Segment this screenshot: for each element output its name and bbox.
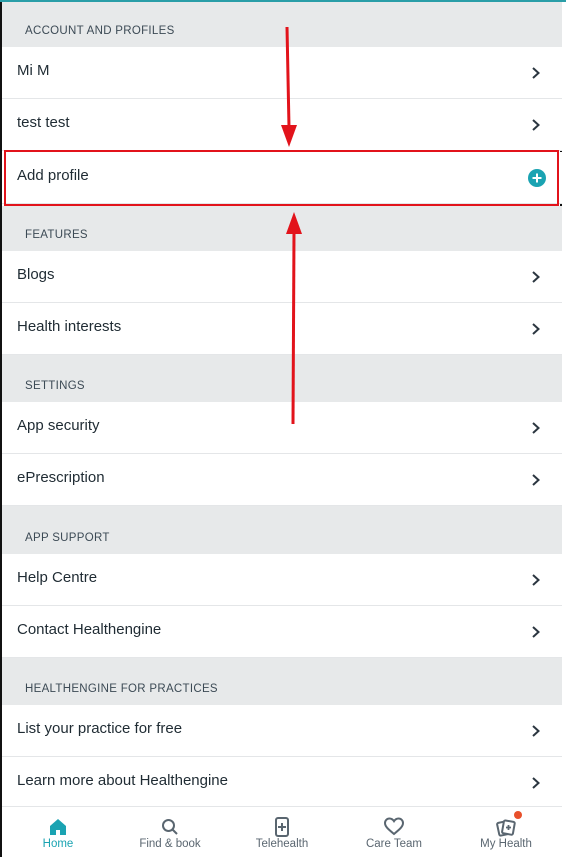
tab-label: Telehealth	[255, 838, 309, 850]
chevron-right-icon	[532, 574, 540, 586]
notification-badge	[514, 811, 522, 819]
tab-find-book[interactable]: Find & book	[114, 807, 226, 858]
section-header-features: FEATURES	[2, 206, 562, 251]
profile-item-test-test[interactable]: test test	[2, 99, 562, 151]
sidebar-item-blogs[interactable]: Blogs	[2, 251, 562, 303]
profile-item-mi-m[interactable]: Mi M	[2, 47, 562, 99]
phone-medical-icon	[275, 817, 289, 837]
chevron-right-icon	[532, 474, 540, 486]
sidebar-item-eprescription[interactable]: ePrescription	[2, 454, 562, 506]
tab-label: Care Team	[365, 838, 423, 850]
tab-label: Home	[42, 838, 74, 850]
tab-home[interactable]: Home	[2, 807, 114, 858]
home-icon	[50, 819, 66, 835]
add-profile-button[interactable]: Add profile	[2, 152, 562, 204]
chevron-right-icon	[532, 271, 540, 283]
profile-item-label: Mi M	[17, 62, 50, 79]
item-label: Learn more about Healthengine	[17, 772, 228, 789]
tab-label: My Health	[480, 838, 532, 850]
item-label: List your practice for free	[17, 720, 183, 737]
chevron-right-icon	[532, 422, 540, 434]
item-label: Blogs	[17, 266, 55, 283]
chevron-right-icon	[532, 626, 540, 638]
sidebar-item-health-interests[interactable]: Health interests	[2, 303, 562, 355]
search-icon	[162, 819, 178, 835]
tab-telehealth[interactable]: Telehealth	[226, 807, 338, 858]
add-circle-icon	[528, 169, 546, 187]
tab-my-health[interactable]: My Health	[450, 807, 562, 858]
tab-label: Find & book	[139, 838, 201, 850]
sidebar-item-list-practice[interactable]: List your practice for free	[2, 705, 562, 757]
item-label: Contact Healthengine	[17, 621, 162, 638]
item-label: App security	[17, 417, 100, 434]
chevron-right-icon	[532, 323, 540, 335]
section-header-account: ACCOUNT AND PROFILES	[2, 2, 562, 47]
sidebar-item-app-security[interactable]: App security	[2, 402, 562, 454]
chevron-right-icon	[532, 777, 540, 789]
sidebar-item-learn-more[interactable]: Learn more about Healthengine	[2, 757, 562, 806]
cards-icon	[496, 819, 516, 837]
chevron-right-icon	[532, 67, 540, 79]
item-label: ePrescription	[17, 469, 105, 486]
chevron-right-icon	[532, 725, 540, 737]
bottom-tab-bar: Home Find & book Telehealth Care Team My…	[2, 806, 562, 858]
section-header-settings: SETTINGS	[2, 355, 562, 402]
tab-care-team[interactable]: Care Team	[338, 807, 450, 858]
profile-item-label: test test	[17, 114, 70, 131]
sidebar-item-contact-healthengine[interactable]: Contact Healthengine	[2, 606, 562, 658]
item-label: Help Centre	[17, 569, 98, 586]
add-profile-label: Add profile	[17, 167, 89, 184]
section-header-practices: HEALTHENGINE FOR PRACTICES	[2, 658, 562, 705]
chevron-right-icon	[532, 119, 540, 131]
item-label: Health interests	[17, 318, 122, 335]
heart-icon	[384, 817, 404, 836]
sidebar-item-help-centre[interactable]: Help Centre	[2, 554, 562, 606]
section-header-app-support: APP SUPPORT	[2, 506, 562, 554]
